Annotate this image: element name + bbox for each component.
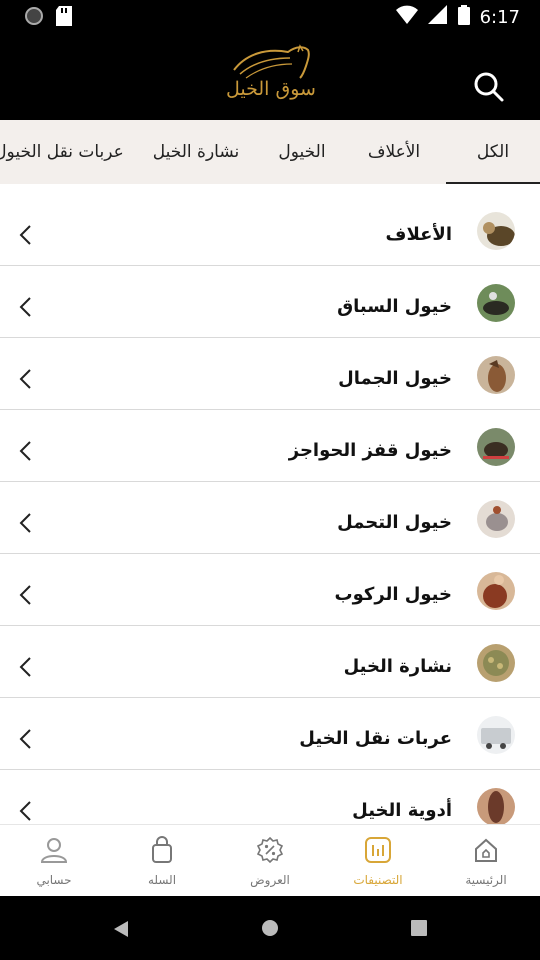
chevron-left-icon — [18, 440, 32, 462]
list-item[interactable]: خيول الجمال — [0, 338, 540, 410]
status-bar: 6:17 — [0, 0, 540, 32]
cart-icon — [152, 836, 172, 863]
account-icon — [40, 838, 68, 863]
chevron-left-icon — [18, 728, 32, 750]
sd-card-icon — [56, 6, 72, 30]
chevron-left-icon — [18, 224, 32, 246]
category-label: خيول التحمل — [337, 512, 452, 533]
wifi-icon — [395, 5, 418, 29]
nav-categories[interactable]: التصنيفات — [324, 825, 432, 897]
list-item[interactable]: الأعلاف — [0, 194, 540, 266]
list-item[interactable]: خيول التحمل — [0, 482, 540, 554]
battery-icon — [457, 5, 470, 29]
system-nav-bar — [0, 896, 540, 960]
nav-label: حسابي — [36, 873, 72, 887]
notification-dot-icon — [24, 6, 44, 30]
chevron-left-icon — [18, 800, 32, 822]
list-item[interactable]: خيول الركوب — [0, 554, 540, 626]
category-thumbnail — [477, 788, 515, 824]
list-item[interactable]: خيول قفز الحواجز — [0, 410, 540, 482]
category-label: عربات نقل الخيل — [299, 728, 452, 749]
list-item[interactable]: أدوية الخيل — [0, 770, 540, 824]
category-label: نشارة الخيل — [343, 656, 452, 677]
category-thumbnail — [477, 500, 515, 538]
category-label: خيول الجمال — [338, 368, 452, 389]
logo-text: سوق الخيل — [226, 78, 316, 100]
tab-horses[interactable]: الخيول — [270, 120, 334, 184]
category-label: أدوية الخيل — [352, 800, 452, 821]
list-item[interactable]: خيول السباق — [0, 266, 540, 338]
category-thumbnail — [477, 356, 515, 394]
category-label: خيول قفز الحواجز — [288, 440, 452, 461]
categories-icon — [365, 837, 391, 863]
back-icon[interactable] — [112, 920, 130, 938]
chevron-left-icon — [18, 296, 32, 318]
app-header: سوق الخيل — [0, 32, 540, 120]
chevron-left-icon — [18, 584, 32, 606]
app-logo[interactable]: سوق الخيل — [226, 44, 316, 106]
category-label: الأعلاف — [385, 224, 452, 245]
category-thumbnail — [477, 212, 515, 250]
category-label: خيول السباق — [337, 296, 452, 317]
tab-horse-trailers[interactable]: عربات نقل الخيول — [0, 120, 126, 184]
nav-label: الرئيسية — [465, 873, 507, 887]
category-list: الأعلاف خيول السباق خيول الجمال خيول قفز… — [0, 184, 540, 824]
category-thumbnail — [477, 428, 515, 466]
recents-icon[interactable] — [410, 919, 428, 937]
chevron-left-icon — [18, 512, 32, 534]
list-item[interactable]: عربات نقل الخيل — [0, 698, 540, 770]
nav-account[interactable]: حسابي — [0, 825, 108, 897]
nav-cart[interactable]: السله — [108, 825, 216, 897]
signal-icon — [427, 5, 448, 29]
category-thumbnail — [477, 644, 515, 682]
home-icon — [475, 838, 497, 862]
nav-label: العروض — [250, 873, 290, 887]
nav-offers[interactable]: العروض — [216, 825, 324, 897]
offers-icon — [256, 836, 284, 864]
chevron-left-icon — [18, 656, 32, 678]
category-thumbnail — [477, 572, 515, 610]
nav-label: السله — [147, 873, 177, 887]
category-thumbnail — [477, 284, 515, 322]
tab-all[interactable]: الكل — [446, 120, 540, 184]
nav-label: التصنيفات — [353, 873, 403, 887]
category-label: خيول الركوب — [334, 584, 452, 605]
category-tabs: الكل الأعلاف الخيول نشارة الخيل عربات نق… — [0, 120, 540, 184]
search-icon — [474, 72, 504, 102]
search-button[interactable] — [470, 68, 508, 106]
home-circle-icon[interactable] — [260, 918, 280, 938]
tab-feed[interactable]: الأعلاف — [356, 120, 432, 184]
list-item[interactable]: نشارة الخيل — [0, 626, 540, 698]
category-thumbnail — [477, 716, 515, 754]
status-time: 6:17 — [479, 6, 520, 28]
chevron-left-icon — [18, 368, 32, 390]
nav-home[interactable]: الرئيسية — [432, 825, 540, 897]
bottom-nav: الرئيسية التصنيفات العروض السله حسابي — [0, 824, 540, 896]
tab-sawdust[interactable]: نشارة الخيل — [148, 120, 244, 184]
